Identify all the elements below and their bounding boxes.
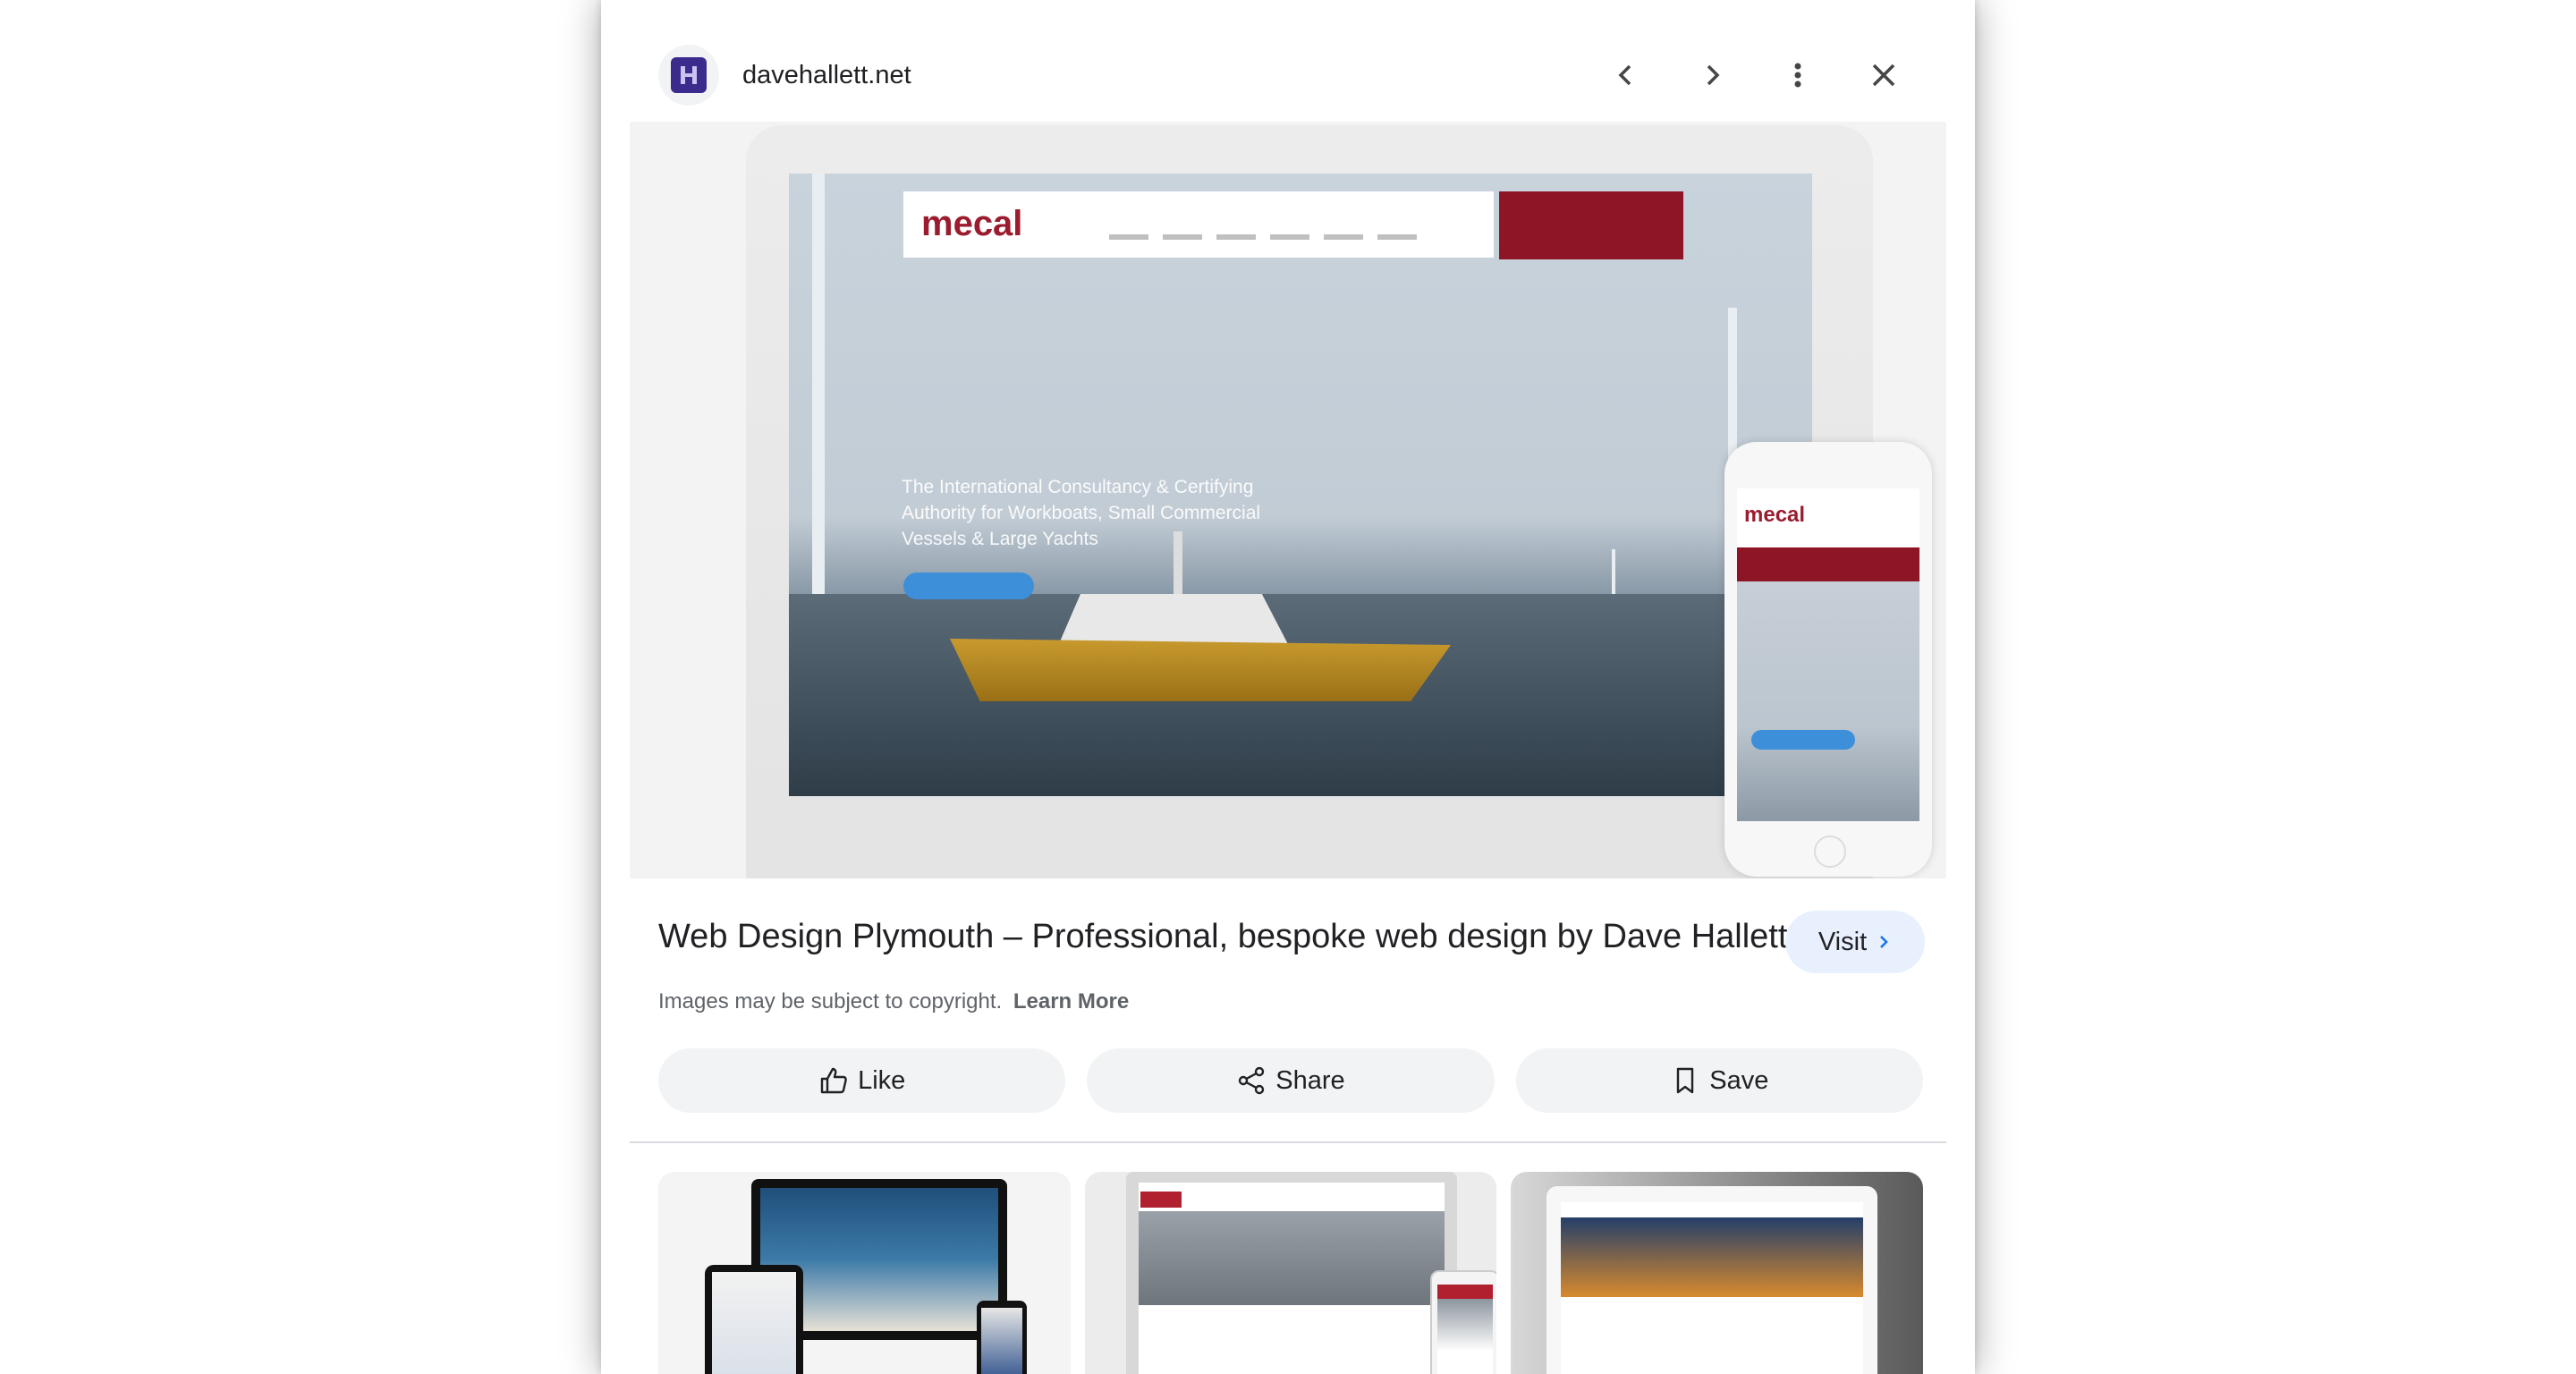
share-icon <box>1239 1066 1265 1095</box>
like-label: Like <box>858 1065 906 1095</box>
preview-image[interactable]: mecal The International Consultancy & Ce… <box>630 122 1946 878</box>
preview-header: davehallett.net <box>658 43 1918 107</box>
wind-turbine <box>812 174 825 594</box>
related-image-thumbnail[interactable] <box>658 1172 1071 1374</box>
image-preview-panel: davehallett.net mecal The International … <box>601 0 1975 1374</box>
site-favicon[interactable] <box>658 45 719 106</box>
site-nav-links <box>1109 234 1417 240</box>
site-nav-red-block <box>1499 191 1683 259</box>
share-label: Share <box>1275 1065 1345 1095</box>
phone-cta-button <box>1751 730 1855 750</box>
previous-button[interactable] <box>1592 41 1660 109</box>
related-image-thumbnail[interactable] <box>1511 1172 1924 1374</box>
phone-mockup: mecal <box>1724 442 1932 877</box>
save-label: Save <box>1709 1065 1769 1095</box>
h-letter-icon <box>681 66 697 84</box>
bookmark-icon <box>1677 1067 1694 1094</box>
close-button[interactable] <box>1850 41 1918 109</box>
site-logo-badge <box>1140 1192 1182 1208</box>
section-divider <box>630 1141 1946 1143</box>
phone-home-button <box>1814 835 1846 868</box>
phone-hero-photo <box>1737 581 1919 821</box>
phone-mockup <box>977 1301 1027 1374</box>
more-vert-icon <box>1794 63 1801 88</box>
copyright-notice: Images may be subject to copyright. Lear… <box>658 989 1129 1014</box>
related-images <box>658 1172 1924 1374</box>
favicon-logo-icon <box>671 57 707 93</box>
laptop-screen: mecal The International Consultancy & Ce… <box>789 174 1812 796</box>
site-cta-button <box>903 572 1034 599</box>
like-button[interactable]: Like <box>658 1048 1066 1113</box>
visit-label: Visit <box>1818 927 1868 956</box>
thumbs-up-icon <box>820 1067 847 1094</box>
related-image-thumbnail[interactable] <box>1084 1172 1497 1374</box>
boat-hull <box>950 639 1451 701</box>
close-icon <box>1872 64 1895 87</box>
chevron-right-icon <box>1880 936 1888 948</box>
next-button[interactable] <box>1678 41 1746 109</box>
site-nav-bar: mecal <box>903 191 1494 258</box>
phone-red-band <box>1737 547 1919 581</box>
site-name[interactable]: davehallett.net <box>742 61 911 90</box>
more-options-button[interactable] <box>1764 41 1832 109</box>
save-button[interactable]: Save <box>1515 1048 1923 1113</box>
site-logo: mecal <box>921 204 1023 243</box>
tablet-mockup <box>705 1265 803 1374</box>
action-buttons: Like Share Save <box>658 1048 1923 1113</box>
boat-cabin <box>1057 594 1290 648</box>
learn-more-link[interactable]: Learn More <box>1013 989 1129 1014</box>
copyright-text: Images may be subject to copyright. <box>658 989 1003 1014</box>
phone-screen: mecal <box>1737 488 1919 821</box>
phone-mockup <box>1429 1270 1497 1374</box>
share-button[interactable]: Share <box>1087 1048 1495 1113</box>
result-title[interactable]: Web Design Plymouth – Professional, besp… <box>658 918 1787 956</box>
header-actions <box>1574 41 1918 109</box>
chevron-left-icon <box>1618 64 1631 86</box>
phone-site-logo: mecal <box>1744 503 1806 527</box>
site-headline: The International Consultancy & Certifyi… <box>902 477 1261 549</box>
laptop-mockup <box>1546 1186 1878 1374</box>
chevron-right-icon <box>1707 64 1720 86</box>
visit-button[interactable]: Visit <box>1785 911 1925 973</box>
